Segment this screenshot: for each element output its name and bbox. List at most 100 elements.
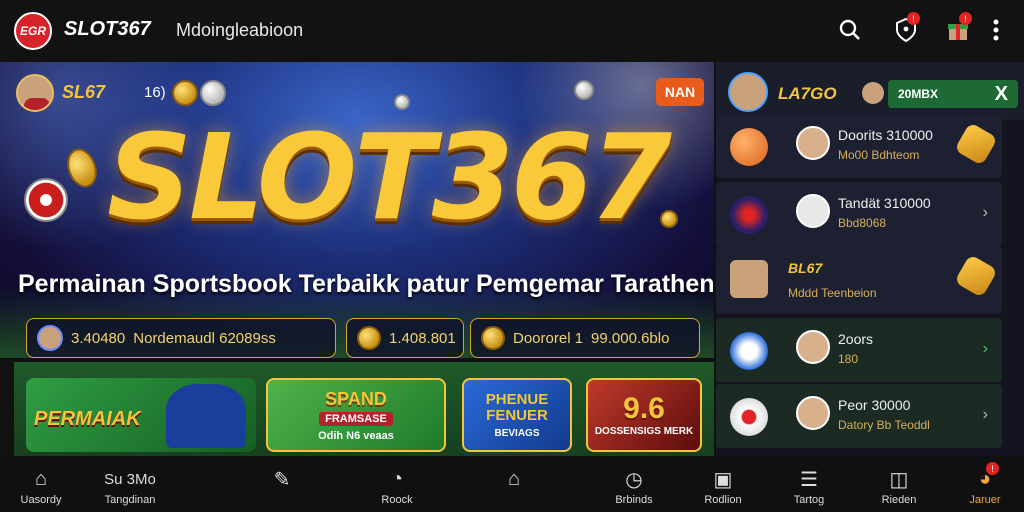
promo-card[interactable]: PERMAIAK	[26, 378, 256, 452]
brand-logo[interactable]: EGR	[14, 12, 52, 50]
player-avatar[interactable]	[16, 74, 54, 112]
hero-number: 16)	[144, 84, 166, 101]
list-item-title: BL67	[788, 260, 823, 276]
ball-icon	[796, 194, 830, 228]
dice-icon	[574, 80, 594, 100]
list-item-sub: Datory Bb Teoddl	[838, 418, 930, 432]
nav-item-rodlion[interactable]: ▣ Rodlion	[698, 458, 748, 512]
list-item[interactable]: 2oors 180 ›	[716, 318, 1002, 382]
trophy-icon	[730, 398, 768, 436]
coin-icon	[172, 80, 198, 106]
stat-value: 1.408.801	[389, 329, 456, 347]
promo-line: Odih N6 veaas	[318, 429, 394, 442]
nav-label: Rodlion	[704, 494, 742, 506]
close-icon[interactable]: X	[995, 83, 1008, 106]
promo-card[interactable]: PHENUE FENUER BEVIAGS	[462, 378, 572, 452]
device-icon: ◫	[889, 468, 909, 491]
chevron-right-icon[interactable]: ›	[983, 340, 988, 358]
list-item-sub: Mo00 Bdhteom	[838, 148, 920, 162]
list-item[interactable]: Peor 30000 Datory Bb Teoddl ›	[716, 384, 1002, 448]
hero-mini-logo: SL67	[62, 82, 106, 102]
avatar	[796, 126, 830, 160]
chevron-right-icon[interactable]: ›	[983, 406, 988, 424]
nav-item-tartog[interactable]: ☰ Tartog	[784, 458, 834, 512]
promo-title: 9.6	[623, 391, 665, 425]
panel-pill-text: 20MBX	[898, 87, 939, 101]
gift-icon[interactable]: !	[942, 12, 974, 46]
stat-pill[interactable]: Doororel 1 99.000.6blo	[470, 318, 700, 358]
avatar	[796, 330, 830, 364]
notification-badge: !	[907, 12, 920, 25]
tag-badge[interactable]: NAN	[656, 78, 704, 106]
promo-card[interactable]: SPAND FRAMSASE Odih N6 veaas	[266, 378, 446, 452]
coin-icon	[481, 326, 505, 350]
panel-pill[interactable]: 20MBX X	[888, 80, 1018, 108]
shield-icon[interactable]: !	[890, 12, 922, 46]
timer-icon: ◔	[390, 467, 404, 490]
pencil-icon: ✎	[273, 468, 291, 491]
avatar[interactable]	[728, 72, 768, 112]
stopwatch-icon: ◷	[625, 468, 643, 491]
nav-item-house[interactable]: ⌂	[494, 458, 534, 512]
nav-item-home[interactable]: ⌂ Uasordy	[16, 458, 66, 512]
more-icon[interactable]	[980, 14, 1012, 46]
list-item-title: Doorits 310000	[838, 127, 933, 143]
nav-item-edit[interactable]: ✎	[262, 458, 302, 512]
chip-icon	[200, 80, 226, 106]
stat-pill[interactable]: 3.40480 Nordemaudl 62089ss	[26, 318, 336, 358]
list-item[interactable]: Doorits 310000 Mo00 Bdhteom	[716, 114, 1002, 178]
nav-item-jaruer[interactable]: ◕ ! Jaruer	[958, 458, 1012, 512]
avatar	[796, 396, 830, 430]
right-panel: LA7GO 20MBX X Doorits 310000 Mo00 Bdhteo…	[716, 62, 1024, 456]
nav-item-roock[interactable]: ◔ Roock	[372, 458, 422, 512]
nav-label: Tartog	[793, 494, 825, 506]
player-image	[166, 384, 246, 448]
stat-pill[interactable]: 1.408.801	[346, 318, 464, 358]
nav-label: Tangdinan	[104, 494, 156, 506]
nav-item-rieden[interactable]: ◫ Rieden	[872, 458, 926, 512]
basketball-icon	[730, 128, 768, 166]
stat-label: Nordemaudl 62089ss	[133, 329, 276, 347]
chevron-right-icon[interactable]: ›	[983, 204, 988, 222]
card-icon: ▣	[713, 468, 733, 491]
poker-chip-icon	[24, 178, 68, 222]
list-item-title: Tandät 310000	[838, 195, 931, 211]
list-icon: ☰	[800, 468, 818, 491]
top-bar: EGR SLOT367 Mdoingleabioon ! !	[0, 0, 1024, 62]
brand-name[interactable]: SLOT367	[64, 18, 151, 41]
nav-item-brbinds[interactable]: ◷ Brbinds	[606, 458, 662, 512]
avatar	[862, 82, 884, 104]
logo-icon	[730, 332, 768, 370]
nav-label: Rieden	[881, 494, 917, 506]
house-icon: ⌂	[507, 467, 521, 490]
list-item-sub: Bbd8068	[838, 216, 887, 230]
coin-icon	[357, 326, 381, 350]
avatar	[37, 325, 63, 351]
hero-tagline: Permainan Sportsbook Terbaikk patur Pemg…	[18, 270, 714, 298]
page-subtitle: Mdoingleabioon	[176, 20, 304, 40]
gold-bar-icon	[954, 122, 998, 166]
promo-card[interactable]: 9.6 DOSSENSIGS MERK	[586, 378, 702, 452]
brand-logo-text: EGR	[19, 24, 46, 38]
right-panel-header: LA7GO 20MBX X	[716, 62, 1024, 120]
stat-value: 3.40480	[71, 329, 126, 347]
clock-icon: Su 3Mo	[104, 470, 156, 488]
list-item[interactable]: Tandät 310000 Bbd8068 ›	[716, 182, 1002, 246]
list-item-title: Peor 30000	[838, 397, 911, 413]
promo-line: DOSSENSIGS MERK	[594, 425, 694, 437]
list-item-title: 2oors	[838, 331, 874, 347]
search-icon[interactable]	[834, 14, 866, 46]
stat-value: Doororel 1	[513, 329, 584, 347]
promo-subtitle: FRAMSASE	[319, 411, 393, 426]
promo-line: BEVIAGS	[494, 427, 540, 439]
promo-title: PHENUE FENUER	[485, 390, 549, 424]
nav-label: Roock	[381, 494, 413, 506]
list-item[interactable]: BL67 Mddd Teenbeion	[716, 246, 1002, 314]
nav-label: Uasordy	[20, 494, 62, 506]
hero-title: SLOT367	[106, 108, 672, 246]
promo-strip: PERMAIAK SPAND FRAMSASE Odih N6 veaas PH…	[14, 362, 714, 456]
hero-banner[interactable]: SL67 16) NAN SLOT367 Permainan Sportsboo…	[0, 62, 714, 358]
list-item-sub: 180	[838, 352, 859, 366]
nav-item-tangdinan[interactable]: Su 3Mo Tangdinan	[90, 458, 170, 512]
promo-title: SPAND	[325, 388, 387, 409]
